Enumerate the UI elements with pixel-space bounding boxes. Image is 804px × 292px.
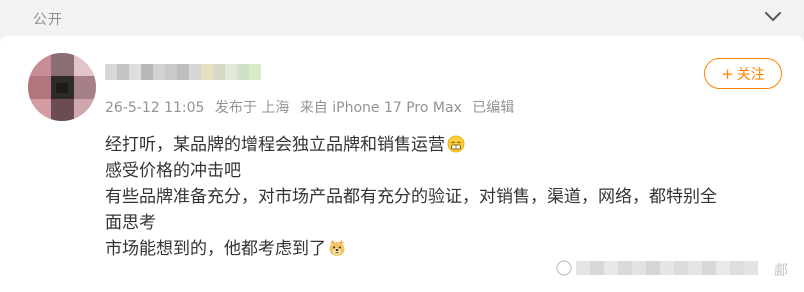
post-line-text: 市场能想到的，他都考虑到了 xyxy=(105,239,326,259)
post-date[interactable]: 26-5-12 11:05 xyxy=(105,100,204,116)
username-blurred xyxy=(105,64,261,80)
post-line: 感受价格的冲击吧 xyxy=(105,161,241,181)
grin-emoji xyxy=(447,135,465,153)
avatar-image xyxy=(28,53,96,121)
visibility-label: 公开 xyxy=(33,12,63,28)
username[interactable] xyxy=(105,61,265,83)
collapse-button[interactable] xyxy=(760,6,786,28)
post-line-text: 经打听，某品牌的增程会独立品牌和销售运营 xyxy=(105,135,445,155)
edited-label[interactable]: 已编辑 xyxy=(472,100,514,116)
post-card: 26-5-12 11:05 发布于 上海 来自 iPhone 17 Pro Ma… xyxy=(0,36,804,292)
follow-label: 关注 xyxy=(736,66,765,83)
watermark-blurred xyxy=(556,260,758,276)
watermark-tail: 䣜 xyxy=(774,263,788,279)
top-bar: 公开 xyxy=(0,0,804,36)
follow-button[interactable]: + 关注 xyxy=(704,58,782,89)
watermark xyxy=(556,258,804,278)
post-meta: 26-5-12 11:05 发布于 上海 来自 iPhone 17 Pro Ma… xyxy=(105,97,520,117)
post-line: 面思考 xyxy=(105,213,156,233)
doge-emoji xyxy=(329,240,345,256)
plus-icon: + xyxy=(721,64,734,83)
chevron-down-icon xyxy=(765,12,781,21)
avatar[interactable] xyxy=(28,53,96,121)
post-location: 发布于 上海 xyxy=(214,100,290,116)
post-device: 来自 iPhone 17 Pro Max xyxy=(299,100,462,116)
post-line: 有些品牌准备充分，对市场产品都有充分的验证，对销售，渠道，网络，都特别全 xyxy=(105,187,717,207)
post-line: 经打听，某品牌的增程会独立品牌和销售运营 xyxy=(105,132,785,158)
post-body: 经打听，某品牌的增程会独立品牌和销售运营 感受价格的冲击吧 有些品牌准备充分，对… xyxy=(105,132,785,262)
